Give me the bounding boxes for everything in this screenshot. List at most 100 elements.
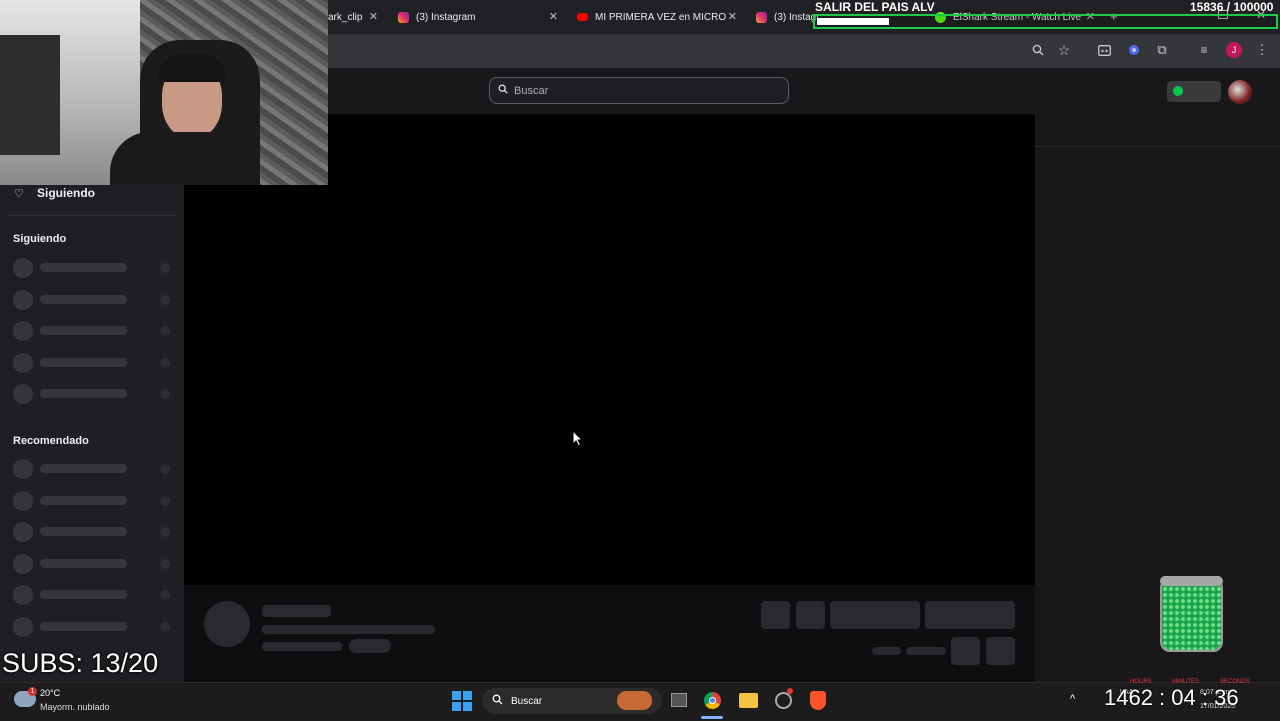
search-highlight-icon (617, 691, 652, 710)
category-skeleton (262, 642, 342, 651)
close-tab-icon[interactable]: ✕ (728, 10, 737, 23)
profile-avatar[interactable]: J (1226, 42, 1242, 58)
search-icon (498, 84, 508, 97)
goal-count: 15836 / 100000 (1190, 0, 1274, 14)
browser-tab-3[interactable]: MI PRIMERA VEZ en MICRO ✕ (577, 4, 737, 30)
skeleton-viewer-dot (160, 357, 170, 368)
active-app-indicator (701, 716, 723, 719)
skeleton-channel-name (40, 263, 127, 272)
uptime-skeleton (906, 647, 946, 655)
skeleton-channel-name (40, 357, 127, 367)
skeleton-viewer-dot (160, 590, 170, 601)
browser-tab-title: (3) Instagram (416, 11, 476, 23)
tag-skeleton (349, 639, 391, 653)
channel-info-skeleton (184, 585, 1035, 682)
skeleton-avatar (13, 321, 33, 342)
chat-header (1035, 114, 1280, 147)
chrome-icon[interactable] (704, 692, 721, 709)
jar-lid (1160, 576, 1223, 586)
skeleton-channel-name (40, 590, 127, 600)
channel-avatar-skeleton (204, 601, 250, 647)
kick-badge-icon (1173, 86, 1183, 96)
skeleton-avatar (13, 585, 33, 606)
skeleton-viewer-dot (160, 527, 170, 538)
stream-title-skeleton (262, 625, 435, 634)
skeleton-viewer-dot (160, 464, 170, 474)
browser-tab-4[interactable]: (3) Instagram (756, 4, 818, 30)
skeleton-viewer-dot (160, 495, 170, 506)
get-bits-button[interactable] (1167, 81, 1221, 102)
brave-icon[interactable] (810, 691, 826, 710)
notification-dot (787, 688, 793, 694)
goal-progress-fill (817, 18, 889, 25)
weather-temp: 20°C (40, 688, 61, 698)
skeleton-viewer-dot (160, 326, 170, 337)
task-view-icon[interactable] (671, 693, 687, 707)
skeleton-avatar (13, 352, 33, 373)
windows-taskbar: 1 20°C Mayorm. nublado Buscar ^ LAA 8:07… (0, 682, 1280, 721)
browser-menu-icon[interactable]: ⋮ (1254, 42, 1270, 58)
skeleton-avatar (13, 490, 33, 511)
skeleton-channel-name (40, 527, 127, 537)
obs-icon[interactable] (775, 692, 792, 709)
search-icon (492, 694, 503, 708)
taskbar-search-label: Buscar (511, 695, 543, 707)
viewer-count-skeleton (872, 647, 901, 655)
sidebar-divider (8, 215, 176, 216)
close-tab-icon[interactable]: ✕ (369, 10, 378, 23)
zoom-icon[interactable] (1030, 42, 1046, 58)
sidebar-recommended-header: Recomendado (13, 435, 89, 447)
skeleton-channel-name (40, 558, 127, 568)
weather-badge: 1 (28, 687, 37, 696)
heart-icon: ♡ (14, 188, 24, 200)
skeleton-channel-name (40, 495, 127, 505)
streamer-cap (158, 54, 226, 82)
media-playlist-icon[interactable]: ≡ (1196, 42, 1212, 58)
sidebar-following-header: Siguiendo (13, 233, 67, 245)
close-tab-icon[interactable]: ✕ (549, 10, 558, 23)
goal-title: SALIR DEL PAIS ALV (815, 0, 935, 14)
youtube-icon (577, 13, 588, 21)
sub-jar-overlay (1160, 576, 1223, 652)
search-placeholder: Buscar (514, 84, 549, 97)
skeleton-viewer-dot (160, 389, 170, 400)
skeleton-channel-name (40, 622, 127, 631)
search-input[interactable]: Buscar (489, 77, 789, 104)
extensions-puzzle-icon[interactable]: ⧉ (1154, 42, 1170, 58)
skeleton-channel-name (40, 294, 127, 304)
streamer-shirt (110, 132, 260, 185)
skeleton-avatar (13, 459, 33, 479)
bookmark-star-icon[interactable]: ☆ (1056, 42, 1072, 58)
user-avatar[interactable] (1228, 80, 1252, 104)
browser-tab-2[interactable]: (3) Instagram ✕ (398, 4, 558, 30)
twitch-sidebar: ♡ Siguiendo Siguiendo Recomendado (0, 114, 184, 682)
nav-following[interactable]: Siguiendo (37, 186, 95, 200)
chat-panel (1035, 114, 1280, 682)
skeleton-channel-name (40, 464, 127, 473)
mouse-cursor (572, 429, 584, 452)
windows-start-icon[interactable] (452, 691, 472, 711)
skeleton-viewer-dot (160, 558, 170, 569)
monitor-stand (0, 35, 60, 155)
webcam-overlay (0, 0, 328, 185)
skeleton-avatar (13, 384, 33, 405)
browser-tab-title: (3) Instagram (774, 11, 818, 23)
browser-tab-title: MI PRIMERA VEZ en MICRO (595, 11, 727, 23)
browser-tab-1[interactable]: ark_clip ✕ (328, 4, 378, 30)
instagram-icon (756, 11, 767, 23)
screen-capture-icon[interactable] (1096, 42, 1112, 58)
skeleton-viewer-dot (160, 263, 170, 273)
subs-counter: SUBS: 13/20 (2, 648, 159, 678)
weather-desc: Mayorm. nublado (40, 702, 110, 712)
show-hidden-icons[interactable]: ^ (1070, 693, 1075, 705)
skeleton-channel-name (40, 326, 127, 336)
skeleton-avatar (13, 553, 33, 574)
skeleton-channel-name (40, 389, 127, 399)
skeleton-viewer-dot (160, 294, 170, 305)
file-explorer-icon[interactable] (739, 693, 758, 708)
extension-icon[interactable] (1126, 42, 1142, 58)
more-button-skeleton (986, 637, 1015, 665)
action-button-skeleton (796, 601, 825, 629)
skeleton-avatar (13, 258, 33, 278)
subscribe-button-skeleton (925, 601, 1015, 629)
